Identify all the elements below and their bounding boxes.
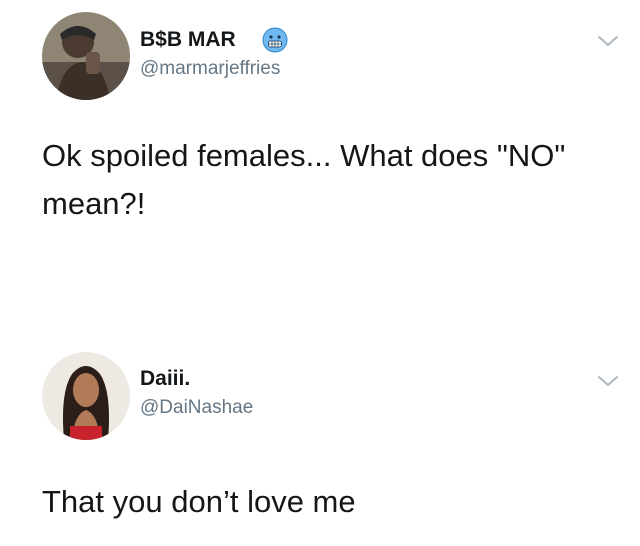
display-name[interactable]: B$B MAR [140,28,236,52]
user-handle[interactable]: @DaiNashae [140,397,253,419]
cold-face-emoji-icon [262,27,288,53]
avatar[interactable] [42,12,130,100]
user-handle[interactable]: @marmarjeffries [140,58,280,80]
avatar[interactable] [42,352,130,440]
tweet-text: That you don’t love me [42,484,356,519]
avatar-image [42,12,130,100]
chevron-down-icon[interactable] [596,372,620,390]
tweet-card[interactable]: Daiii. @DaiNashae That you don’t love me [0,330,640,546]
tweet-text: Ok spoiled females... What does "NO" mea… [42,138,566,221]
chevron-down-icon[interactable] [596,32,620,50]
display-name[interactable]: Daiii. [140,367,190,391]
tweet-card[interactable]: B$B MAR @marmarjeffries Ok spoiled femal… [0,0,640,330]
avatar-image [42,352,130,440]
